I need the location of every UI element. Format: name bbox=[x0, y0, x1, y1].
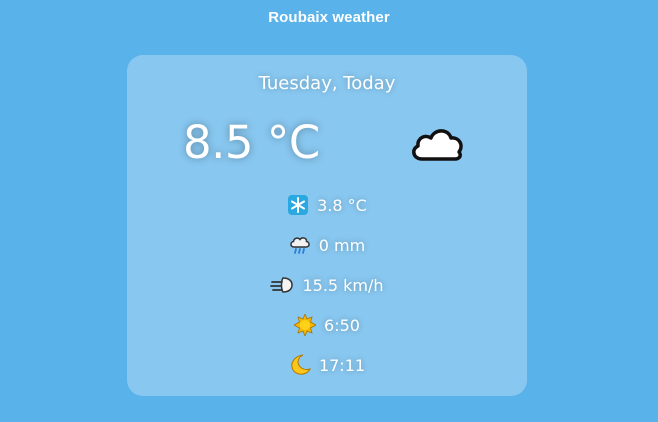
wind-speed-value: 15.5 km/h bbox=[302, 275, 384, 295]
sunset-time: 17:11 bbox=[318, 355, 366, 375]
wind-icon bbox=[270, 277, 294, 293]
cloud-icon bbox=[412, 129, 463, 161]
precipitation-value: 0 mm bbox=[318, 235, 366, 255]
sunrise-time: 6:50 bbox=[324, 315, 360, 335]
precipitation-row: 0 mm bbox=[127, 225, 527, 265]
page-title: Roubaix weather bbox=[268, 9, 390, 26]
forecast-date: Tuesday, Today bbox=[258, 73, 396, 94]
weather-card: Tuesday, Today 8.5 °C 3.8 °C 0 mm 15.5 k… bbox=[127, 55, 527, 396]
min-temperature-row: 3.8 °C bbox=[127, 185, 527, 225]
snowflake-icon bbox=[288, 195, 309, 215]
sun-icon bbox=[294, 314, 317, 336]
sunrise-row: 6:50 bbox=[127, 305, 527, 345]
crescent-moon-icon bbox=[291, 354, 311, 375]
wind-row: 15.5 km/h bbox=[127, 265, 527, 305]
rain-cloud-icon bbox=[289, 237, 310, 254]
min-temperature-value: 3.8 °C bbox=[317, 195, 367, 215]
sunset-row: 17:11 bbox=[127, 345, 527, 385]
weather-page: Roubaix weather Tuesday, Today 8.5 °C 3.… bbox=[0, 0, 658, 422]
weather-details: 3.8 °C 0 mm 15.5 km/h 6:50 17:11 bbox=[127, 185, 527, 385]
current-temperature: 8.5 °C bbox=[183, 116, 320, 169]
